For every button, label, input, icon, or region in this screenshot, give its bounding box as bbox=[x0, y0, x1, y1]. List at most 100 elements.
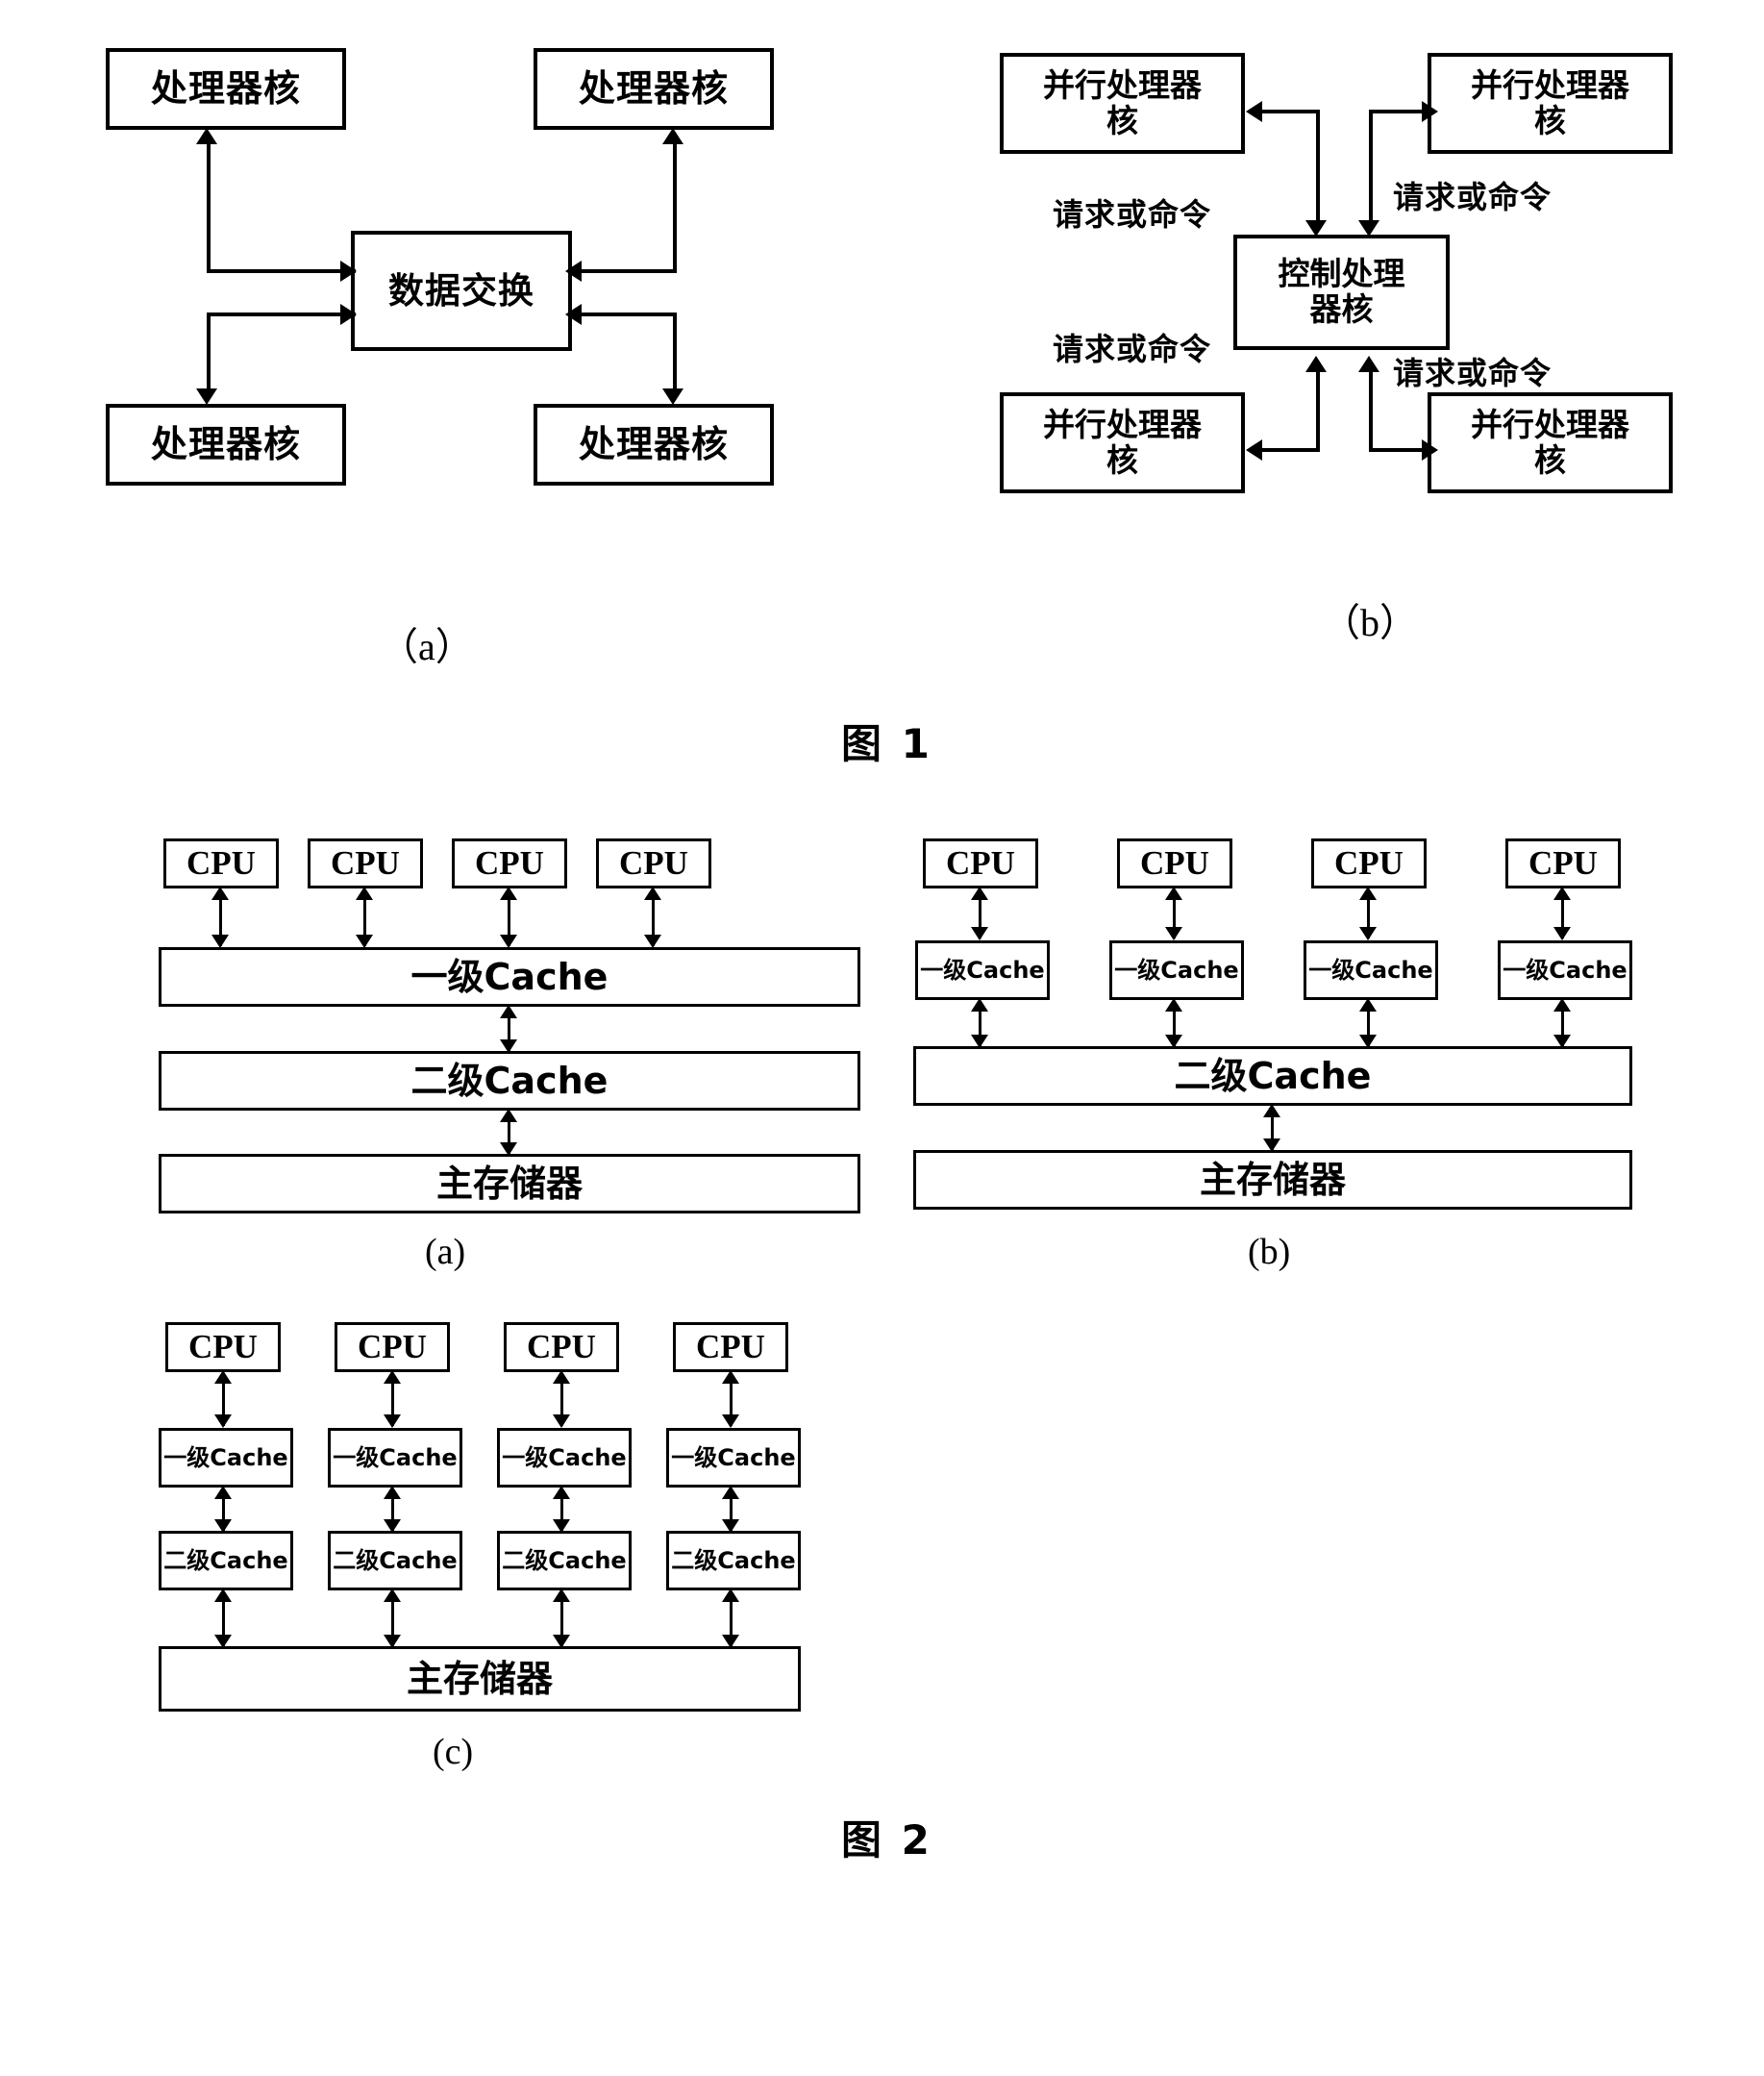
arrowhead-2a-cpu3-down bbox=[500, 935, 517, 948]
arrowhead-2a-cpu1-up bbox=[211, 887, 229, 900]
parallel-core-label-line1: 并行处理器 bbox=[1471, 65, 1629, 104]
parallel-core-label-line2: 核 bbox=[1534, 101, 1566, 139]
parallel-processor-core-box-bottom-left: 并行处理器 核 bbox=[1000, 392, 1245, 493]
arrowhead-2c-l1l2-3-up bbox=[553, 1486, 570, 1499]
connector-b-br-vertical bbox=[1369, 370, 1373, 452]
arrowhead-2b-cpu2-up bbox=[1165, 887, 1182, 900]
edge-label-request-or-command-bottom-left: 请求或命令 bbox=[1053, 331, 1212, 367]
processor-core-box-top-right: 处理器核 bbox=[534, 48, 774, 130]
l1-cache-box-2b-3: 一级Cache bbox=[1304, 940, 1438, 1000]
arrowhead-into-control-from-top-left bbox=[1305, 220, 1327, 237]
edge-label-request-or-command-top-right: 请求或命令 bbox=[1393, 179, 1553, 215]
connector-b-bl-horizontal bbox=[1259, 448, 1320, 452]
arrowhead-2c-l2mem-2-down bbox=[384, 1635, 401, 1648]
arrowhead-to-parallel-core-top-left bbox=[1246, 101, 1262, 122]
arrowhead-2b-cpu3-down bbox=[1359, 927, 1377, 940]
connector-b-tr-vertical bbox=[1369, 110, 1373, 225]
arrowhead-to-top-right-core bbox=[662, 128, 683, 144]
arrowhead-2c-l2mem-4-down bbox=[722, 1635, 739, 1648]
connector-bl-horizontal bbox=[207, 313, 356, 316]
connector-tl-horizontal bbox=[207, 269, 356, 273]
arrowhead-into-exchange-upper-right bbox=[565, 261, 582, 282]
figure-2-caption: 图 2 bbox=[841, 1816, 932, 1863]
arrowhead-2b-cpu3-up bbox=[1359, 887, 1377, 900]
cpu-box-2a-1: CPU bbox=[163, 838, 279, 888]
control-core-label-line1: 控制处理 bbox=[1278, 255, 1405, 293]
processor-core-box-top-left: 处理器核 bbox=[106, 48, 346, 130]
arrowhead-2c-cpu4-up bbox=[722, 1370, 739, 1384]
arrowhead-2b-l1l2-4-down bbox=[1553, 1035, 1571, 1048]
arrowhead-to-bottom-right-core bbox=[662, 388, 683, 405]
arrowhead-2b-l1l2-2-down bbox=[1165, 1035, 1182, 1048]
arrowhead-2a-cpu4-up bbox=[644, 887, 661, 900]
l2-cache-box-2b: 二级Cache bbox=[913, 1046, 1632, 1106]
arrowhead-2c-l1l2-3-down bbox=[553, 1519, 570, 1533]
arrowhead-2c-l2mem-2-up bbox=[384, 1588, 401, 1602]
arrowhead-into-exchange-lower-left bbox=[340, 304, 357, 325]
arrowhead-2a-cpu4-down bbox=[644, 935, 661, 948]
arrowhead-2a-cpu2-up bbox=[356, 887, 373, 900]
parallel-core-label-line1: 并行处理器 bbox=[1471, 405, 1629, 443]
l1-cache-box-2a: 一级Cache bbox=[159, 947, 860, 1007]
l2-cache-box-2c-2: 二级Cache bbox=[328, 1531, 462, 1590]
l1-cache-box-2c-3: 一级Cache bbox=[497, 1428, 632, 1488]
figure-2b-sublabel: (b) bbox=[1248, 1232, 1291, 1272]
l2-cache-box-2a: 二级Cache bbox=[159, 1051, 860, 1111]
edge-label-request-or-command-bottom-right: 请求或命令 bbox=[1393, 355, 1553, 391]
arrowhead-2c-l2mem-1-up bbox=[214, 1588, 232, 1602]
arrowhead-2b-l1l2-1-down bbox=[971, 1035, 988, 1048]
arrowhead-2a-l2mem-up bbox=[500, 1109, 517, 1122]
parallel-core-label-line2: 核 bbox=[1534, 440, 1566, 479]
l2-cache-box-2c-4: 二级Cache bbox=[666, 1531, 801, 1590]
arrowhead-2a-cpu3-up bbox=[500, 887, 517, 900]
cpu-box-2c-1: CPU bbox=[165, 1322, 281, 1372]
arrowhead-2b-l1l2-3-down bbox=[1359, 1035, 1377, 1048]
l2-cache-box-2c-3: 二级Cache bbox=[497, 1531, 632, 1590]
l1-cache-box-2b-1: 一级Cache bbox=[915, 940, 1050, 1000]
cpu-box-2b-1: CPU bbox=[923, 838, 1038, 888]
data-exchange-box: 数据交换 bbox=[351, 231, 572, 351]
l1-cache-box-2c-2: 一级Cache bbox=[328, 1428, 462, 1488]
arrowhead-2c-l1l2-4-down bbox=[722, 1519, 739, 1533]
arrowhead-2b-cpu2-down bbox=[1165, 927, 1182, 940]
arrowhead-2c-cpu1-up bbox=[214, 1370, 232, 1384]
main-memory-box-2c: 主存储器 bbox=[159, 1646, 801, 1712]
arrowhead-2b-cpu4-down bbox=[1553, 927, 1571, 940]
arrowhead-into-exchange-upper-left bbox=[340, 261, 357, 282]
figure-1a-sublabel: （a） bbox=[380, 625, 474, 668]
figure-2a-sublabel: (a) bbox=[425, 1232, 466, 1272]
parallel-core-label-line2: 核 bbox=[1106, 101, 1138, 139]
processor-core-box-bottom-left: 处理器核 bbox=[106, 404, 346, 486]
cpu-box-2c-2: CPU bbox=[335, 1322, 450, 1372]
control-core-label-line2: 器核 bbox=[1309, 290, 1374, 328]
edge-label-request-or-command-top-left: 请求或命令 bbox=[1053, 196, 1212, 233]
arrowhead-into-control-from-bottom-right bbox=[1358, 356, 1379, 372]
arrowhead-2c-l2mem-1-down bbox=[214, 1635, 232, 1648]
connector-b-tr-horizontal bbox=[1369, 110, 1429, 113]
l1-cache-box-2c-4: 一级Cache bbox=[666, 1428, 801, 1488]
parallel-processor-core-box-top-left: 并行处理器 核 bbox=[1000, 53, 1245, 154]
cpu-box-2c-4: CPU bbox=[673, 1322, 788, 1372]
patent-figure-page: 处理器核 处理器核 数据交换 处理器核 处理器核 （a） 并行处理器 核 并行处… bbox=[0, 0, 1764, 2076]
parallel-core-label-line1: 并行处理器 bbox=[1043, 405, 1202, 443]
connector-b-tl-vertical bbox=[1316, 110, 1320, 225]
arrowhead-2c-cpu3-down bbox=[553, 1414, 570, 1428]
figure-1b-sublabel: （b） bbox=[1322, 601, 1418, 644]
cpu-box-2a-2: CPU bbox=[308, 838, 423, 888]
cpu-box-2a-4: CPU bbox=[596, 838, 711, 888]
arrowhead-2c-cpu2-up bbox=[384, 1370, 401, 1384]
connector-bl-vertical bbox=[207, 313, 211, 394]
l2-cache-box-2c-1: 二级Cache bbox=[159, 1531, 293, 1590]
arrowhead-2b-cpu1-up bbox=[971, 887, 988, 900]
arrowhead-2b-cpu1-down bbox=[971, 927, 988, 940]
arrowhead-2c-l1l2-1-up bbox=[214, 1486, 232, 1499]
main-memory-box-2a: 主存储器 bbox=[159, 1154, 860, 1213]
cpu-box-2b-2: CPU bbox=[1117, 838, 1232, 888]
connector-tr-horizontal bbox=[569, 269, 677, 273]
l1-cache-box-2b-2: 一级Cache bbox=[1109, 940, 1244, 1000]
connector-tr-vertical bbox=[673, 142, 677, 273]
arrowhead-to-parallel-core-bottom-left bbox=[1246, 439, 1262, 461]
parallel-processor-core-box-top-right: 并行处理器 核 bbox=[1428, 53, 1673, 154]
connector-br-horizontal bbox=[569, 313, 677, 316]
arrowhead-2a-l1l2-up bbox=[500, 1005, 517, 1018]
